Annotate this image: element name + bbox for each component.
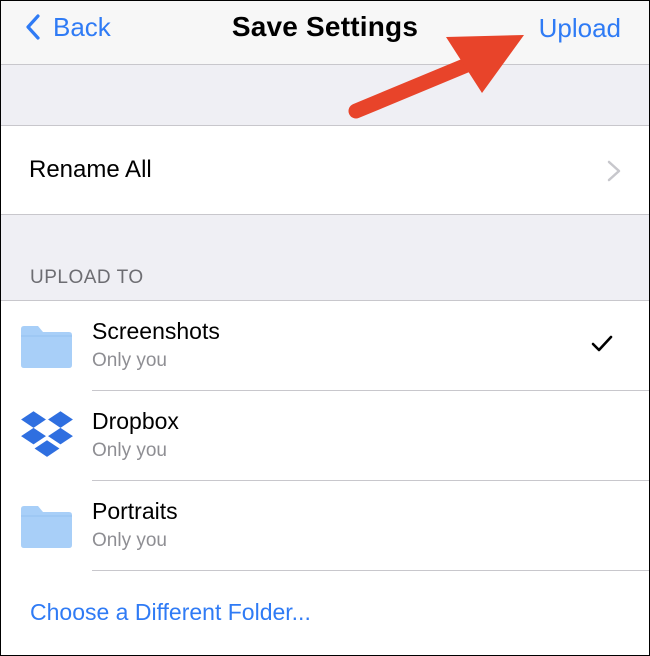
- folder-sharing: Only you: [92, 530, 167, 551]
- folder-sharing: Only you: [92, 350, 167, 371]
- folder-sharing: Only you: [92, 440, 167, 461]
- rename-all-label: Rename All: [29, 156, 152, 183]
- folder-row-screenshots[interactable]: Screenshots Only you: [1, 301, 649, 391]
- chevron-right-icon: [607, 160, 621, 182]
- red-arrow-annotation: [348, 35, 524, 119]
- folder-row-portraits[interactable]: Portraits Only you: [1, 481, 649, 571]
- folder-name: Dropbox: [92, 408, 179, 434]
- checkmark-icon: [591, 335, 613, 352]
- row-separator: [92, 570, 649, 571]
- folder-icon: [21, 506, 72, 548]
- navigation-bar: Back Save Settings Upload: [1, 1, 649, 65]
- upload-button[interactable]: Upload: [539, 13, 621, 44]
- rename-all-row[interactable]: Rename All: [1, 125, 649, 215]
- dropbox-icon: [21, 411, 73, 457]
- folder-name: Portraits: [92, 498, 178, 524]
- folder-name: Screenshots: [92, 318, 220, 344]
- folder-icon: [21, 326, 72, 368]
- upload-to-header: UPLOAD TO: [30, 267, 144, 288]
- screen: Back Save Settings Upload Rename All UPL…: [0, 0, 650, 656]
- choose-different-folder-link[interactable]: Choose a Different Folder...: [30, 599, 311, 626]
- folder-row-dropbox[interactable]: Dropbox Only you: [1, 391, 649, 481]
